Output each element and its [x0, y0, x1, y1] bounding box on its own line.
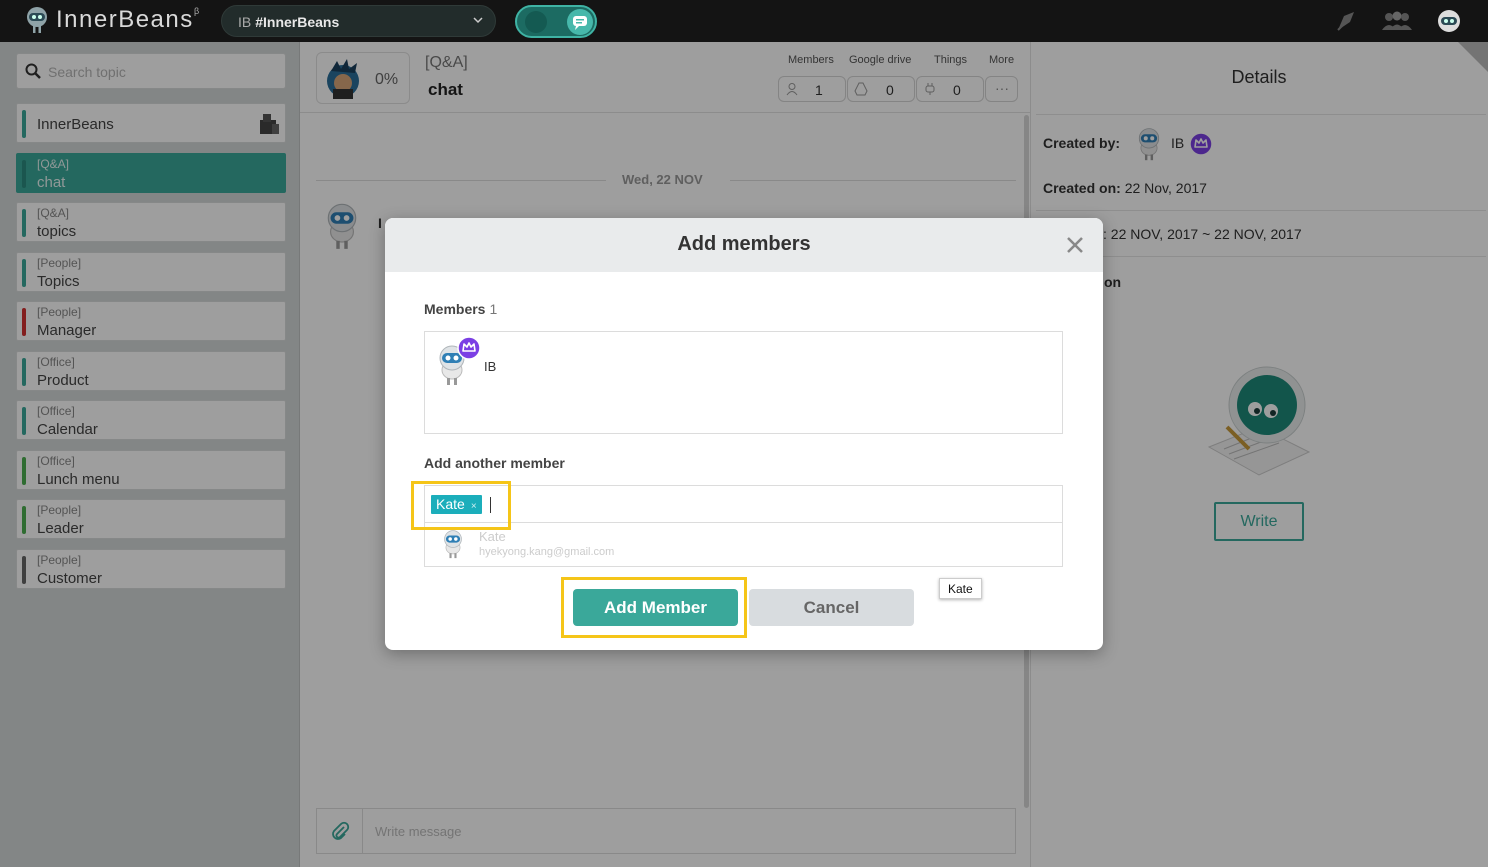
bean-icon [525, 11, 547, 33]
close-icon[interactable] [1066, 236, 1084, 254]
profile-avatar-icon[interactable] [1435, 8, 1463, 34]
highlight-tag-box [411, 481, 511, 530]
view-toggle[interactable] [515, 5, 597, 38]
dialog-header: Add members [385, 218, 1103, 272]
members-count: 1 [489, 301, 498, 317]
chat-icon [567, 9, 593, 35]
member-name: IB [484, 359, 497, 374]
cancel-button[interactable]: Cancel [749, 589, 914, 626]
rocket-icon[interactable] [1332, 8, 1360, 34]
app-logo[interactable]: InnerBeans β [24, 6, 199, 34]
workspace-prefix: IB [238, 14, 252, 30]
crown-icon [457, 336, 481, 360]
app-name: InnerBeans [56, 6, 194, 33]
team-icon[interactable] [1380, 8, 1414, 34]
suggestion-name: Kate [479, 529, 506, 544]
suggestion-avatar [441, 529, 465, 559]
members-list: IB [424, 331, 1063, 434]
highlight-add-button-box [561, 577, 747, 638]
top-bar: InnerBeans β IB #InnerBeans [0, 0, 1488, 42]
workspace-selector[interactable]: IB #InnerBeans [221, 5, 496, 37]
members-label: Members [424, 301, 486, 317]
workspace-name: #InnerBeans [255, 14, 340, 30]
members-section-label: Members 1 [424, 301, 497, 317]
beta-badge: β [194, 6, 200, 16]
member-search-input[interactable]: Kate × [424, 485, 1063, 523]
chevron-down-icon [473, 17, 483, 24]
tooltip: Kate [939, 578, 982, 599]
add-member-label: Add another member [424, 455, 565, 471]
suggestion-email: hyekyong.kang@gmail.com [479, 546, 615, 558]
dialog-title: Add members [677, 233, 811, 255]
member-suggestion[interactable]: Kate hyekyong.kang@gmail.com [424, 523, 1063, 567]
logo-icon [27, 7, 47, 33]
